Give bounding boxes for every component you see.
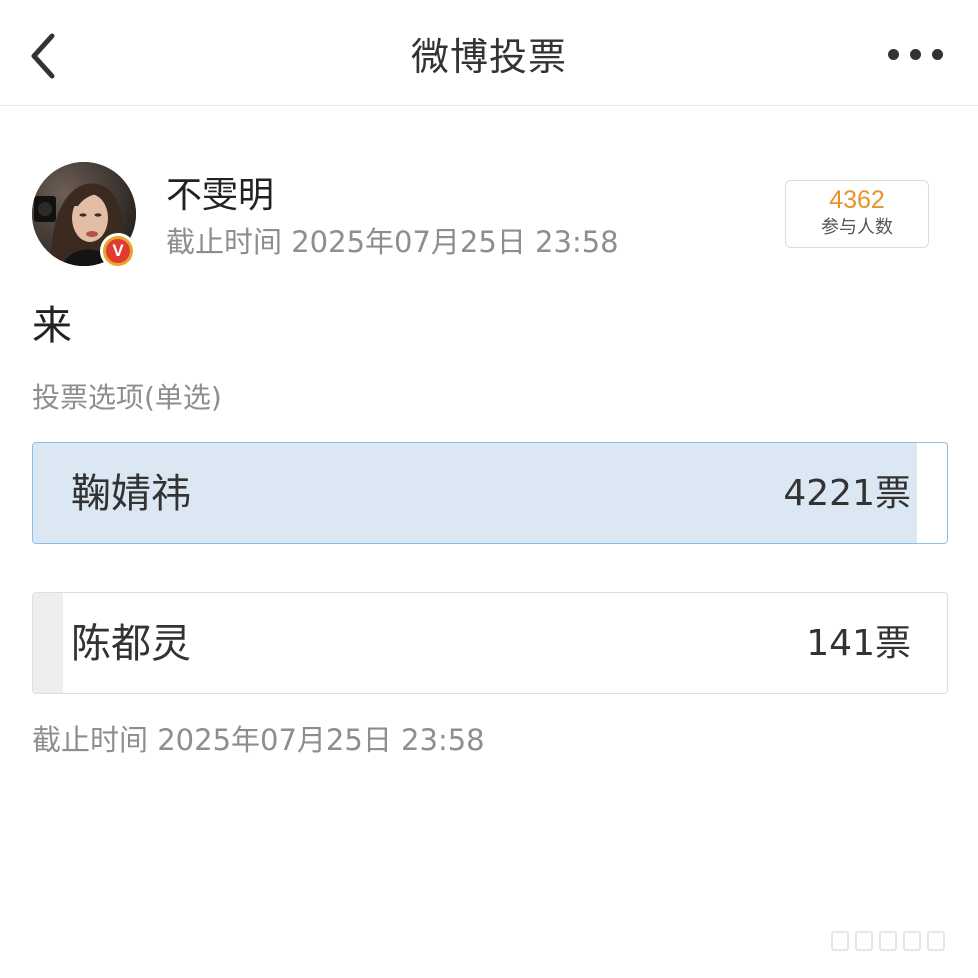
deadline-text-bottom: 截止时间 2025年07月25日 23:58 (32, 723, 485, 757)
option-label: 鞠婧祎 (71, 471, 191, 517)
deadline-text: 截止时间 2025年07月25日 23:58 (166, 225, 619, 259)
option-label: 陈都灵 (71, 621, 191, 667)
options-hint: 投票选项(单选) (32, 381, 222, 414)
page-title: 微博投票 (410, 35, 567, 79)
poll-option-2[interactable]: 陈都灵 141票 (32, 592, 948, 694)
watermark-logo (831, 931, 945, 951)
participants-label: 参与人数 (821, 217, 893, 238)
participants-count: 4362 (829, 186, 885, 214)
option-votes: 141票 (806, 623, 911, 664)
option-votes: 4221票 (783, 473, 911, 514)
author-name[interactable]: 不雯明 (166, 172, 274, 220)
more-button[interactable] (888, 34, 948, 74)
verified-badge: V (100, 233, 136, 269)
navigation-bar: 微博投票 (0, 0, 978, 106)
verified-v-icon: V (106, 239, 130, 263)
participants-counter: 4362 参与人数 (785, 180, 929, 248)
vote-share-bar (33, 593, 63, 693)
poll-question: 来 (32, 303, 72, 349)
poll-option-1[interactable]: 鞠婧祎 4221票 (32, 442, 948, 544)
